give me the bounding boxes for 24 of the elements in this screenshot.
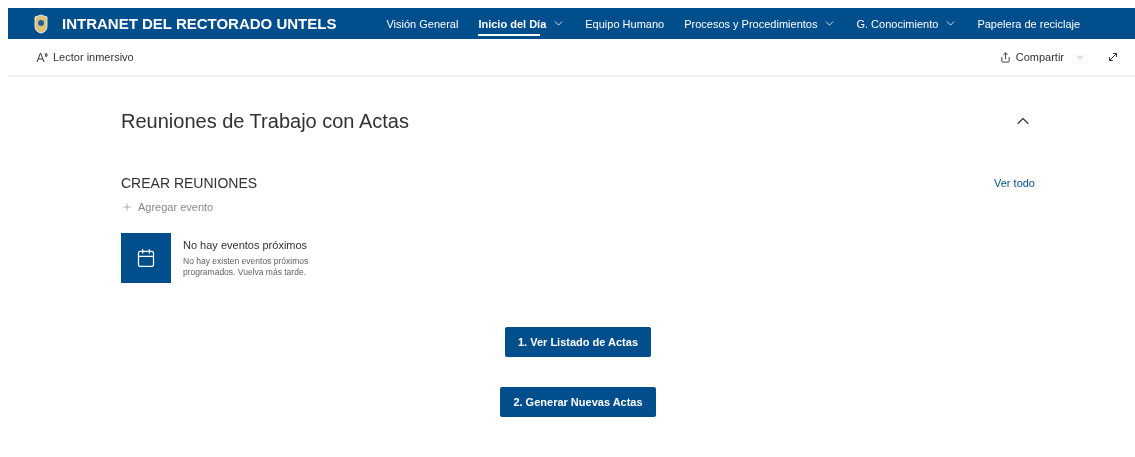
nav-link[interactable]: Equipo Humano [575, 8, 675, 39]
see-all-link[interactable]: Ver todo [994, 177, 1035, 189]
expand-icon[interactable] [1107, 51, 1119, 63]
action-button[interactable]: 2. Generar Nuevas Actas [500, 387, 656, 417]
nav-link[interactable]: Procesos y Procedimientos [674, 8, 847, 39]
empty-message: No hay existen eventos próximos programados. Vuelva más tarde. [183, 256, 310, 279]
action-button[interactable]: 1. Ver Listado de Actas [505, 327, 651, 357]
immersive-reader-button[interactable]: Lector inmersivo [36, 51, 134, 63]
plus-icon [121, 201, 133, 213]
reader-icon [36, 51, 48, 63]
add-event-button[interactable]: Agregar evento [121, 201, 214, 213]
calendar-icon [136, 248, 156, 268]
crest-logo-icon [34, 13, 48, 34]
share-icon [999, 51, 1011, 63]
empty-title: No hay eventos próximos [183, 239, 309, 251]
chevron-down-icon [1075, 52, 1085, 62]
nav-link[interactable]: Visión General [376, 8, 469, 39]
nav-link[interactable]: Inicio del Día [468, 8, 576, 39]
events-heading: CREAR REUNIONES [121, 175, 258, 191]
site-title: INTRANET DEL RECTORADO UNTELS [62, 15, 337, 32]
share-button[interactable]: Compartir [999, 51, 1085, 63]
nav-link[interactable]: Papelera de reciclaje [967, 8, 1091, 39]
section-title: Reuniones de Trabajo con Actas [121, 109, 409, 133]
nav-link[interactable]: G. Conocimiento [846, 8, 968, 39]
